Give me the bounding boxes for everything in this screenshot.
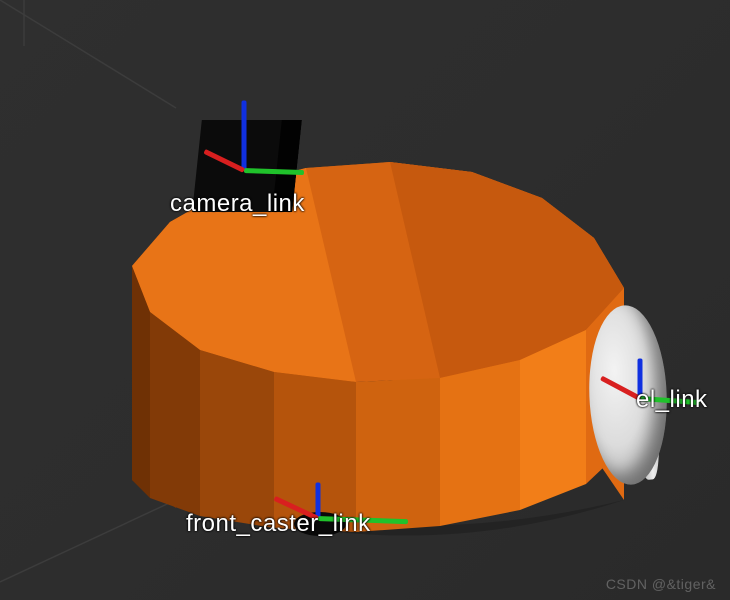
- tf-label-el-link: el_link: [636, 386, 708, 414]
- rviz-viewport[interactable]: camera_link front_caster_link el_link CS…: [0, 0, 730, 600]
- tf-label-front-caster-link: front_caster_link: [186, 510, 371, 538]
- tf-label-camera-link: camera_link: [170, 190, 305, 218]
